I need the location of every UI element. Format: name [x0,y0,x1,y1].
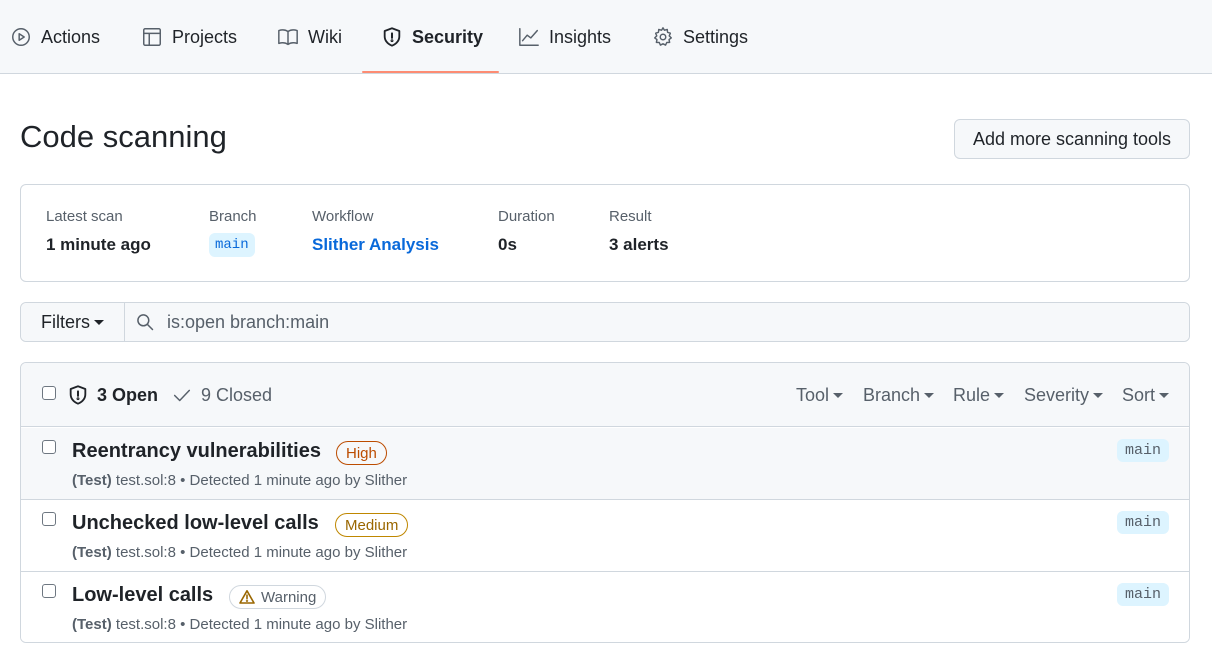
alert-meta: (Test) test.sol:8 • Detected 1 minute ag… [72,616,407,633]
scan-result: Result 3 alerts [609,208,669,255]
alert-meta: (Test) test.sol:8 • Detected 1 minute ag… [72,472,407,489]
alert-row[interactable]: Low-level calls Warning (Test) test.sol:… [21,572,1189,642]
severity-badge-label: Warning [261,588,317,606]
tab-projects[interactable]: Projects [141,0,237,74]
alerts-list: 3 Open 9 Closed Tool Branch Rule Severit… [20,362,1190,643]
severity-badge: High [336,441,387,465]
alert-branch-label: main [1117,583,1170,606]
tab-actions-label: Actions [41,26,101,47]
alert-checkbox[interactable] [42,584,56,598]
scan-branch: Branch main [209,208,257,257]
caret-down-icon [924,392,935,398]
tab-projects-label: Projects [172,26,238,47]
latest-scan-summary: Latest scan 1 minute ago Branch main Wor… [20,184,1190,282]
tab-actions[interactable]: Actions [10,0,100,74]
alert-meta-prefix: (Test) [72,544,112,561]
alert-meta-prefix: (Test) [72,616,112,633]
sort-filter[interactable]: Sort [1122,363,1170,427]
open-alerts-label: 3 Open [97,384,159,405]
severity-filter-label: Severity [1024,384,1090,405]
tab-wiki[interactable]: Wiki [277,0,342,74]
branch-filter-label: Branch [863,384,921,405]
scan-duration-value: 0s [498,235,517,254]
scan-workflow-label: Workflow [312,208,374,225]
tab-insights-label: Insights [549,26,612,47]
alert-meta-text: test.sol:8 • Detected 1 minute ago by Sl… [111,544,408,561]
shield-icon [383,27,401,47]
tool-filter-label: Tool [796,384,830,405]
branch-filter[interactable]: Branch [863,363,935,427]
tool-filter[interactable]: Tool [796,363,844,427]
alert-branch-label: main [1117,439,1170,462]
search-input[interactable] [167,311,1067,333]
scan-latest-label: Latest scan [46,208,123,225]
scan-duration-label: Duration [498,208,555,225]
page-title: Code scanning [20,119,227,154]
scan-workflow-link[interactable]: Slither Analysis [312,235,439,255]
sort-filter-label: Sort [1122,384,1156,405]
alert-checkbox[interactable] [42,512,56,526]
filter-bar: Filters [20,302,1190,342]
repo-nav: Actions Projects Wiki Security Insights … [0,0,1212,74]
search-icon [137,314,154,331]
alert-branch-label: main [1117,511,1170,534]
closed-alerts-label: 9 Closed [201,384,273,405]
table-icon [143,28,161,46]
alert-meta-text: test.sol:8 • Detected 1 minute ago by Sl… [111,616,408,633]
check-icon [173,389,191,402]
select-all-checkbox[interactable] [42,386,56,400]
gear-icon [654,27,672,46]
tab-wiki-label: Wiki [308,26,342,47]
scan-latest-value: 1 minute ago [46,235,151,254]
rule-filter[interactable]: Rule [953,363,1005,427]
graph-icon [519,28,539,46]
alert-title-link[interactable]: Unchecked low-level calls [72,512,319,535]
filters-dropdown-button[interactable]: Filters [21,303,125,341]
alert-meta-prefix: (Test) [72,472,112,489]
scan-branch-label: Branch [209,208,257,225]
severity-badge: Medium [335,513,409,537]
alert-title-link[interactable]: Low-level calls [72,584,213,607]
tab-settings-label: Settings [683,26,749,47]
severity-filter[interactable]: Severity [1024,363,1104,427]
caret-down-icon [94,319,104,325]
caret-down-icon [833,392,844,398]
search-wrapper [125,303,1189,341]
alert-title-link[interactable]: Reentrancy vulnerabilities [72,440,321,463]
alert-row[interactable]: Unchecked low-level calls Medium (Test) … [21,500,1189,572]
caret-down-icon [1159,392,1170,398]
tab-security[interactable]: Security [381,0,483,74]
alerts-list-header: 3 Open 9 Closed Tool Branch Rule Severit… [21,363,1189,427]
severity-badge: Warning [229,585,327,609]
alert-meta: (Test) test.sol:8 • Detected 1 minute ag… [72,544,407,561]
scan-workflow: Workflow Slither Analysis [312,208,439,255]
scan-result-label: Result [609,208,652,225]
closed-alerts-tab[interactable]: 9 Closed [171,363,272,427]
add-scanning-tools-button[interactable]: Add more scanning tools [954,119,1190,159]
shield-icon [69,385,87,405]
caret-down-icon [1093,392,1104,398]
book-icon [278,29,298,46]
filters-label: Filters [41,311,90,332]
scan-result-value: 3 alerts [609,235,669,254]
alert-triangle-icon [239,590,255,604]
tab-insights[interactable]: Insights [518,0,611,74]
scan-duration: Duration 0s [498,208,555,255]
scan-branch-value: main [209,233,255,257]
alert-meta-text: test.sol:8 • Detected 1 minute ago by Sl… [111,472,408,489]
scan-latest: Latest scan 1 minute ago [46,208,151,255]
tab-security-label: Security [412,26,484,47]
alert-checkbox[interactable] [42,440,56,454]
alert-row[interactable]: Reentrancy vulnerabilities High (Test) t… [21,428,1189,500]
open-alerts-tab[interactable]: 3 Open [67,363,158,427]
caret-down-icon [994,392,1005,398]
active-tab-underline [362,71,499,73]
rule-filter-label: Rule [953,384,991,405]
tab-settings[interactable]: Settings [652,0,748,74]
play-icon [12,28,30,46]
